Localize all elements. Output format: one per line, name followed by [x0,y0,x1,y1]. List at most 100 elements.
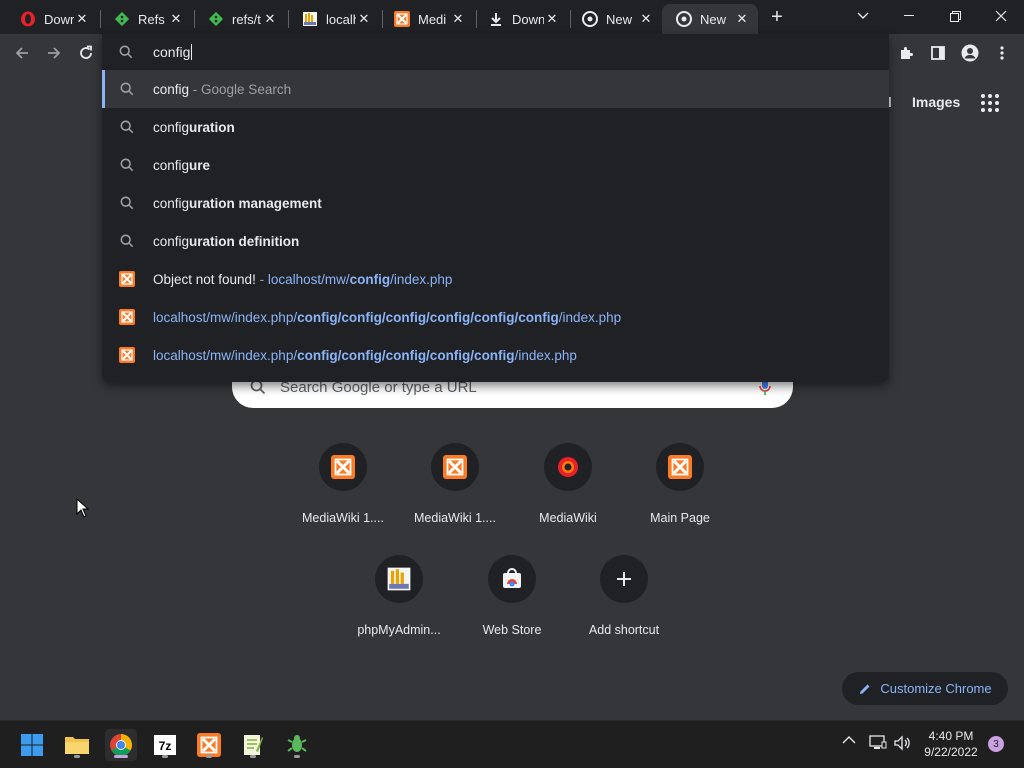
google-apps-icon[interactable] [980,93,1000,113]
windows-taskbar: 7z [0,720,1024,768]
tab-strip: Down ✕ Refs · ✕ refs/t ✕ localh ✕ Medi ✕ [0,0,1024,34]
notepadpp-icon[interactable] [237,729,269,761]
xampp-icon [119,309,135,325]
speaker-icon[interactable] [894,735,912,751]
tab-8-active[interactable]: New ✕ [662,4,758,34]
suggestion-history-item[interactable]: Object not found! - localhost/mw/config /… [102,260,889,298]
suggestion-url-part: localhost/mw/index.php/ [153,309,298,325]
suggestion-url-part: localhost/mw/ [267,271,350,287]
restore-button[interactable] [932,0,978,32]
tab-7[interactable]: New ✕ [568,4,662,34]
shortcut-label: Add shortcut [588,623,660,637]
close-icon[interactable]: ✕ [262,11,278,27]
running-indicator [162,755,168,758]
running-indicator [294,755,300,758]
git-icon [114,11,130,27]
network-icon[interactable] [869,735,887,751]
menu-button[interactable] [989,40,1015,66]
tab-3[interactable]: refs/t ✕ [194,4,286,34]
tab-title: New [700,11,727,27]
xampp-icon [443,455,467,479]
opera-icon [558,457,578,477]
shortcut-icon-circle [488,555,536,603]
suggestion-completion: uration [189,119,235,135]
close-icon[interactable]: ✕ [356,11,372,27]
tab-2[interactable]: Refs · ✕ [100,4,192,34]
chevron-up-icon[interactable] [842,735,856,745]
taskbar-clock[interactable]: 4:40 PM 9/22/2022 [916,728,986,760]
shortcut-tile[interactable]: MediaWiki [512,443,624,543]
tab-title: refs/t [232,11,261,27]
suggestion-page-title: Object not found! [153,271,256,287]
chrome-icon[interactable] [105,729,137,761]
back-arrow-icon [15,47,28,59]
notification-badge[interactable]: 3 [988,736,1004,752]
gecko-icon[interactable] [281,729,313,761]
suggestion-prefix: config [153,195,190,211]
xampp-icon[interactable] [193,729,225,761]
svg-text:7z: 7z [159,739,172,753]
suggestion-prefix: config [153,157,190,173]
images-link[interactable]: Images [912,94,960,110]
suggestion-completion: ure [189,157,211,173]
close-icon[interactable]: ✕ [544,11,560,27]
close-icon[interactable]: ✕ [450,11,466,27]
suggestion-url-item[interactable]: localhost/mw/index.php/config/config/con… [102,336,889,374]
shortcut-icon-circle [600,555,648,603]
webstore-icon [503,568,521,588]
clock-time: 4:40 PM [928,729,974,743]
tab-6[interactable]: Down ✕ [474,4,568,34]
suggestion-google-search[interactable]: config - Google Search [102,70,889,108]
extensions-button[interactable] [893,40,919,66]
tab-title: Down [512,11,544,27]
search-icon [119,45,135,59]
tab-1[interactable]: Down ✕ [6,4,98,34]
add-shortcut-button[interactable]: Add shortcut [568,555,680,655]
shortcut-tile[interactable]: MediaWiki 1.... [399,443,511,543]
tab-5[interactable]: Medi ✕ [380,4,474,34]
tab-4[interactable]: localh ✕ [288,4,380,34]
xampp-icon [394,11,410,27]
suggestion-item[interactable]: config uration definition [102,222,889,260]
suggestion-url-match: config [349,271,391,287]
profile-button[interactable] [957,40,983,66]
close-icon[interactable]: ✕ [638,11,654,27]
omnibox-input[interactable]: config [102,34,889,70]
close-window-button[interactable] [978,0,1024,32]
shortcut-icon-circle [656,443,704,491]
shortcut-icon-circle [319,443,367,491]
text-caret [191,44,193,60]
shortcut-tile[interactable]: MediaWiki 1.... [287,443,399,543]
customize-chrome-button[interactable]: Customize Chrome [842,672,1008,705]
file-explorer-icon[interactable] [61,729,93,761]
suggestion-prefix: config [153,233,190,249]
puzzle-icon [901,47,913,59]
xampp-icon [119,347,135,363]
reload-button[interactable] [73,40,99,66]
pencil-icon [858,682,872,696]
side-panel-button[interactable] [925,40,951,66]
windows-start-icon[interactable] [16,729,48,761]
tab-search-chevron-icon[interactable] [840,0,886,32]
download-icon [488,11,504,27]
xampp-icon [119,271,135,287]
suggestion-item[interactable]: config uration management [102,184,889,222]
tab-title: Refs · [138,11,168,27]
shortcut-label: Main Page [650,511,710,525]
back-button[interactable] [9,40,35,66]
suggestion-text: config [153,81,190,97]
7zip-icon[interactable]: 7z [149,729,181,761]
shortcut-tile[interactable]: phpMyAdmin... [343,555,455,655]
shortcut-tile[interactable]: Main Page [624,443,736,543]
shortcut-tile[interactable]: Web Store [456,555,568,655]
suggestion-item[interactable]: config uration [102,108,889,146]
close-icon[interactable]: ✕ [168,11,184,27]
close-icon[interactable]: ✕ [734,11,750,27]
suggestion-item[interactable]: config ure [102,146,889,184]
suggestion-url-item[interactable]: localhost/mw/index.php/config/config/con… [102,298,889,336]
new-tab-button[interactable]: + [766,6,788,28]
forward-button[interactable] [41,40,67,66]
minimize-button[interactable] [886,0,932,32]
running-indicator [74,755,80,758]
close-icon[interactable]: ✕ [74,11,90,27]
